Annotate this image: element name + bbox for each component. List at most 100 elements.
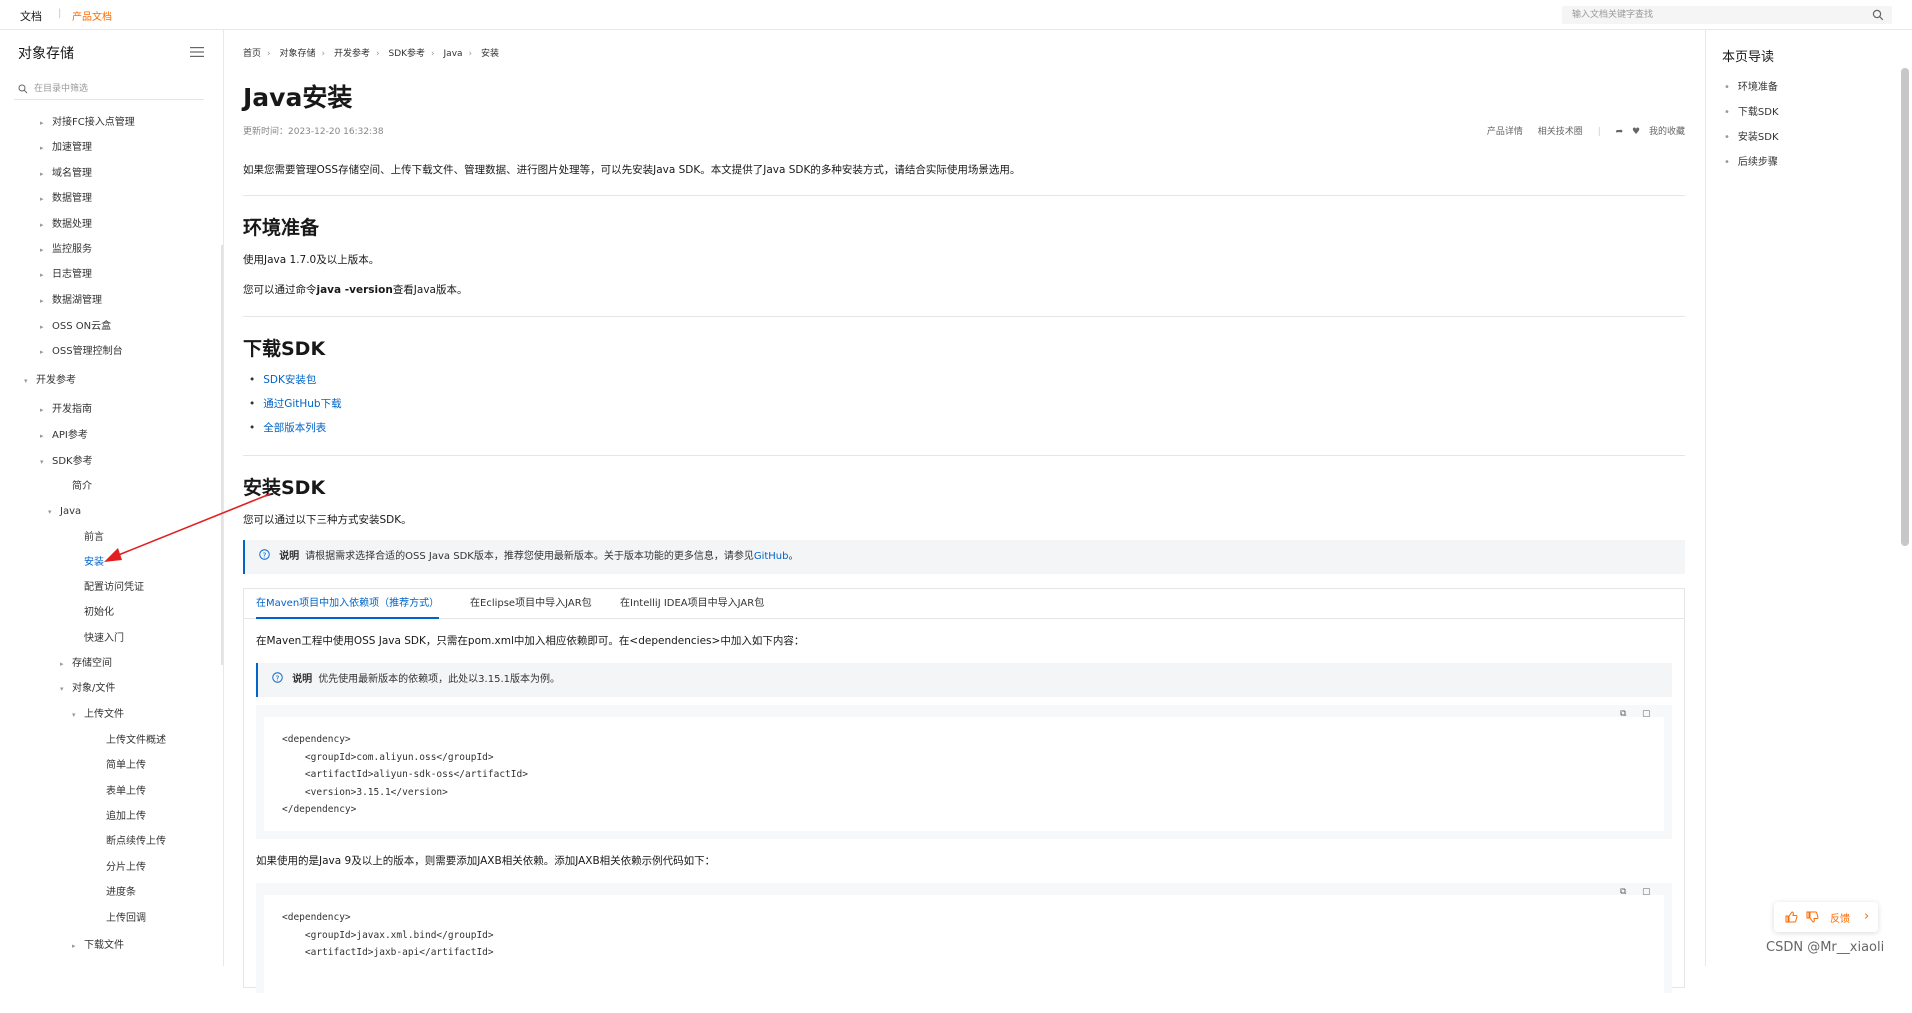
svg-text:?: ? xyxy=(276,673,280,682)
sidebar-item[interactable]: 前言 xyxy=(72,531,104,545)
toc-item-env[interactable]: 环境准备 xyxy=(1724,78,1778,93)
chevron-right-icon: ▸ xyxy=(40,406,44,414)
sidebar-item[interactable]: 追加上传 xyxy=(94,810,146,824)
sidebar-item[interactable]: ▸ 存储空间 xyxy=(60,657,112,671)
sidebar-item-label: 加速管理 xyxy=(52,142,92,153)
code-text: <dependency> <groupId>com.aliyun.oss</gr… xyxy=(264,717,1664,831)
sidebar-scrollbar[interactable] xyxy=(221,245,223,665)
menu-icon[interactable] xyxy=(190,46,204,58)
sidebar-item[interactable]: 进度条 xyxy=(94,886,136,900)
doc-search-input[interactable]: 输入文档关键字查找 xyxy=(1562,6,1892,24)
sidebar-item[interactable]: ▸ 数据湖管理 xyxy=(40,294,102,308)
sidebar-item[interactable]: 安装 xyxy=(72,556,104,570)
sidebar-item-label: 数据处理 xyxy=(52,219,92,230)
link-all-versions[interactable]: 全部版本列表 xyxy=(249,420,326,435)
toc-title: 本页导读 xyxy=(1722,50,1775,65)
svg-text:?: ? xyxy=(263,550,267,559)
feedback-button[interactable]: 反馈 xyxy=(1830,910,1850,925)
sidebar-item-label: 前言 xyxy=(84,532,104,543)
sidebar-item[interactable]: ▾ 开发参考 xyxy=(24,374,76,388)
sidebar-item-label: 对象/文件 xyxy=(72,683,116,694)
sidebar-item[interactable]: ▾ 对象/文件 xyxy=(60,682,115,696)
sidebar-item[interactable]: ▸ OSS管理控制台 xyxy=(40,345,123,359)
product-detail-link[interactable]: 产品详情 xyxy=(1487,127,1523,137)
sidebar-item-label: 配置访问凭证 xyxy=(84,582,144,593)
divider xyxy=(243,195,1685,196)
chevron-right-icon: ▸ xyxy=(40,144,44,152)
page-scrollbar[interactable] xyxy=(1901,68,1909,546)
breadcrumb-sdk-ref[interactable]: SDK参考 xyxy=(389,49,426,59)
sidebar-item[interactable]: ▾ 上传文件 xyxy=(72,708,124,722)
sidebar-item[interactable]: ▸ 数据处理 xyxy=(40,218,92,232)
chevron-right-icon: ▸ xyxy=(60,660,64,668)
sidebar-item[interactable]: ▸ 日志管理 xyxy=(40,268,92,282)
sidebar-item-label: 初始化 xyxy=(84,607,114,618)
heart-icon[interactable]: ♥ xyxy=(1632,127,1640,137)
docs-link[interactable]: 文档 xyxy=(20,8,42,24)
sidebar-item-label: 上传回调 xyxy=(106,913,146,924)
java-version-command: java -version xyxy=(316,284,393,296)
chevron-right-icon: ▸ xyxy=(40,432,44,440)
toc-item-install[interactable]: 安装SDK xyxy=(1724,128,1779,143)
sidebar-item[interactable]: ▸ 域名管理 xyxy=(40,167,92,181)
sidebar-item[interactable]: ▾ SDK参考 xyxy=(40,455,93,469)
link-sdk-package[interactable]: SDK安装包 xyxy=(249,372,316,387)
note-label: 说明 xyxy=(292,674,313,685)
breadcrumb-home[interactable]: 首页 xyxy=(243,49,261,59)
thumbs-down-icon[interactable] xyxy=(1805,910,1819,924)
tab-maven[interactable]: 在Maven项目中加入依赖项（推荐方式） xyxy=(256,589,440,619)
sidebar-item[interactable]: ▸ 数据管理 xyxy=(40,192,92,206)
link-github-download[interactable]: 通过GitHub下载 xyxy=(249,396,341,411)
sidebar-item[interactable]: ▸ 对接FC接入点管理 xyxy=(40,116,135,130)
toc-item-next[interactable]: 后续步骤 xyxy=(1724,153,1778,168)
code-text: <dependency> <groupId>javax.xml.bind</gr… xyxy=(264,895,1664,1013)
sidebar-item[interactable]: 配置访问凭证 xyxy=(72,581,144,595)
sidebar-item[interactable]: 上传文件概述 xyxy=(94,734,166,748)
sidebar-item[interactable]: ▸ 加速管理 xyxy=(40,141,92,155)
sidebar-item[interactable]: 快速入门 xyxy=(72,632,124,646)
chevron-down-icon: ▾ xyxy=(48,508,52,516)
tab-eclipse[interactable]: 在Eclipse项目中导入JAR包 xyxy=(470,589,592,619)
breadcrumb-java[interactable]: Java xyxy=(444,49,463,59)
sidebar-item[interactable]: ▾ Java xyxy=(48,505,81,519)
sidebar-item[interactable]: 表单上传 xyxy=(94,785,146,799)
sidebar-item-label: OSS ON云盒 xyxy=(52,321,112,332)
product-docs-link[interactable]: 产品文档 xyxy=(72,8,112,23)
breadcrumb-dev-ref[interactable]: 开发参考 xyxy=(334,49,370,59)
thumbs-up-icon[interactable] xyxy=(1784,910,1798,924)
sidebar-item[interactable]: 初始化 xyxy=(72,606,114,620)
sidebar-item[interactable]: ▸ 监控服务 xyxy=(40,243,92,257)
github-link[interactable]: GitHub xyxy=(754,551,789,562)
sidebar-item-label: 安装 xyxy=(84,557,104,568)
sidebar-item-label: 分片上传 xyxy=(106,862,146,873)
chevron-right-icon[interactable]: › xyxy=(1864,909,1869,924)
sidebar-item-label: 开发指南 xyxy=(52,404,92,415)
tech-circle-link[interactable]: 相关技术圈 xyxy=(1538,127,1583,137)
sidebar-item[interactable]: ▸ 下载文件 xyxy=(72,939,124,953)
sidebar-item[interactable]: ▸ 开发指南 xyxy=(40,403,92,417)
chevron-right-icon: ▸ xyxy=(40,323,44,331)
sidebar-item-label: 对接FC接入点管理 xyxy=(52,117,135,128)
search-icon[interactable] xyxy=(1872,9,1884,21)
sidebar-item[interactable]: 上传回调 xyxy=(94,912,146,926)
toc-item-download[interactable]: 下载SDK xyxy=(1724,103,1779,118)
chevron-right-icon: ▸ xyxy=(40,170,44,178)
sidebar-filter-input[interactable]: 在目录中筛选 xyxy=(14,78,204,100)
share-icon[interactable]: ➦ xyxy=(1616,127,1624,137)
sidebar-item[interactable]: ▸ OSS ON云盒 xyxy=(40,320,111,334)
sidebar-item[interactable]: 简单上传 xyxy=(94,759,146,773)
favorite-link[interactable]: 我的收藏 xyxy=(1649,127,1685,137)
maven-paragraph: 在Maven工程中使用OSS Java SDK，只需在pom.xml中加入相应依… xyxy=(256,635,805,647)
watermark: CSDN @Mr__xiaoli xyxy=(1766,940,1885,955)
chevron-down-icon: ▾ xyxy=(40,458,44,466)
sidebar-item[interactable]: 简介 xyxy=(60,480,92,494)
chevron-right-icon: ▸ xyxy=(40,297,44,305)
divider xyxy=(243,316,1685,317)
note-label: 说明 xyxy=(279,551,300,562)
sidebar-item[interactable]: 断点续传上传 xyxy=(94,835,166,849)
breadcrumb-oss[interactable]: 对象存储 xyxy=(280,49,316,59)
sidebar-item[interactable]: ▸ API参考 xyxy=(40,429,88,443)
sidebar-item[interactable]: 分片上传 xyxy=(94,861,146,875)
sidebar-item-label: Java xyxy=(60,506,82,517)
tab-intellij[interactable]: 在IntelliJ IDEA项目中导入JAR包 xyxy=(620,589,764,619)
